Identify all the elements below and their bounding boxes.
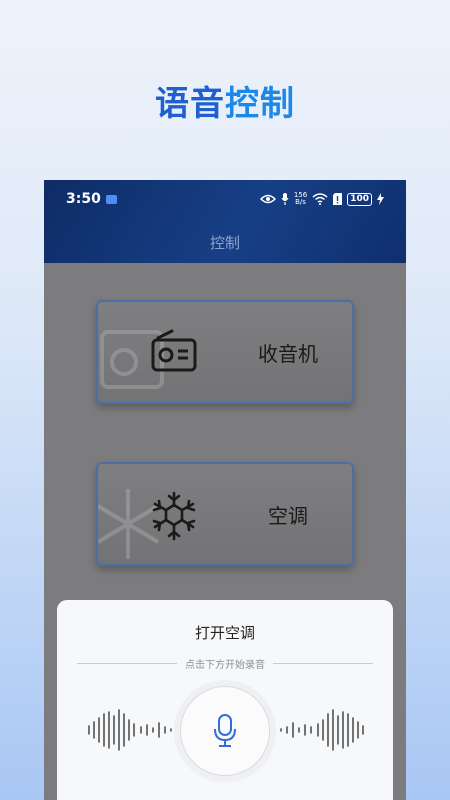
voice-hint-row: 点击下方开始录音 bbox=[77, 656, 373, 671]
status-icons: 156 B/s 100 bbox=[259, 192, 384, 206]
promo-title: 语音控制 bbox=[0, 76, 450, 125]
voice-hint-text: 点击下方开始录音 bbox=[185, 660, 265, 671]
eye-icon bbox=[259, 194, 276, 204]
voice-command-text: 打开空调 bbox=[194, 624, 255, 642]
battery-level: 100 bbox=[347, 192, 372, 206]
network-speed: 156 B/s bbox=[294, 192, 307, 206]
radio-icon bbox=[151, 329, 197, 372]
device-card-radio[interactable]: 收音机 bbox=[96, 300, 354, 404]
charging-icon bbox=[377, 193, 384, 205]
promo-title-part1: 语音 bbox=[155, 84, 225, 124]
wifi-icon bbox=[312, 193, 328, 205]
status-time: 3:50 bbox=[66, 191, 101, 207]
sim-alert-icon bbox=[333, 193, 343, 205]
page-title: 控制 bbox=[209, 234, 240, 252]
voice-sheet: 打开空调 点击下方开始录音 bbox=[57, 600, 393, 800]
app-bar: 3:50 156 B/s 100 控制 bbox=[44, 180, 406, 263]
hint-divider-left bbox=[77, 663, 177, 664]
record-button[interactable] bbox=[180, 686, 270, 776]
device-label-radio: 收音机 bbox=[258, 341, 318, 366]
device-label-ac: 空调 bbox=[268, 503, 308, 528]
status-bar: 3:50 156 B/s 100 bbox=[44, 180, 406, 218]
device-card-ac[interactable]: 空调 bbox=[96, 462, 354, 566]
notification-badge-icon bbox=[105, 194, 117, 204]
sound-wave-left-icon bbox=[88, 709, 172, 751]
network-speed-unit: B/s bbox=[295, 198, 306, 206]
microphone-status-icon bbox=[281, 193, 289, 205]
snowflake-icon bbox=[152, 491, 196, 541]
sound-wave-right-icon bbox=[280, 709, 364, 751]
microphone-icon bbox=[214, 714, 236, 747]
promo-title-part2: 控制 bbox=[225, 84, 295, 124]
hint-divider-right bbox=[273, 663, 373, 664]
